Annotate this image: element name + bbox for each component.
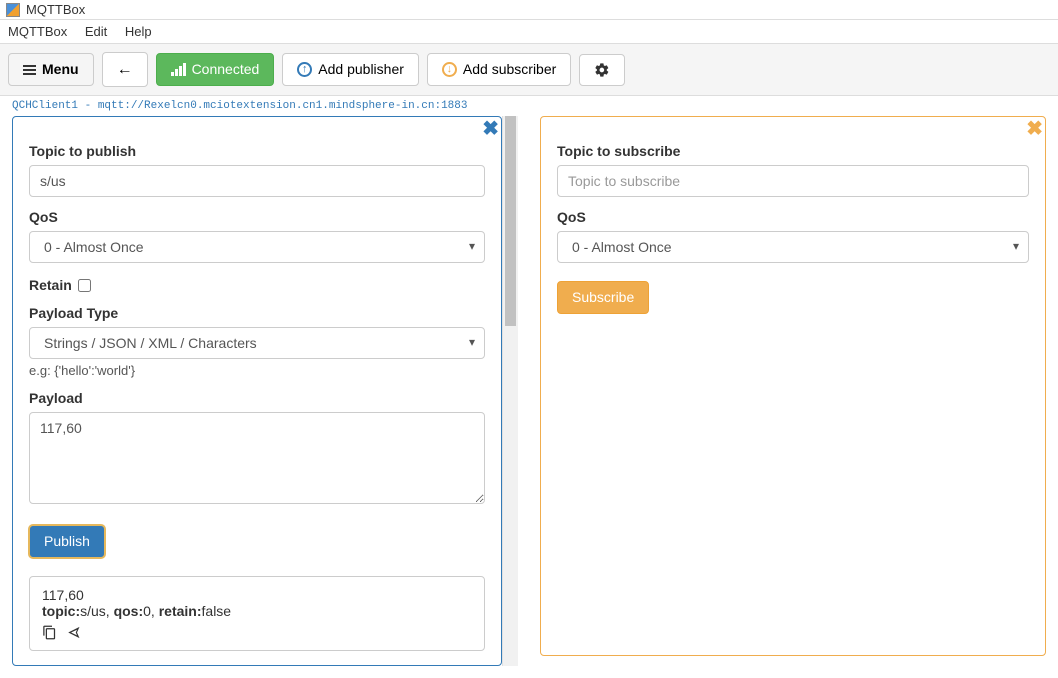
payload-type-select[interactable]: Strings / JSON / XML / Characters <box>29 327 485 359</box>
connection-info: QCHClient1 - mqtt://Rexelcn0.mciotextens… <box>0 96 1058 116</box>
sent-payload: 117,60 <box>42 587 472 603</box>
publish-button[interactable]: Publish <box>29 525 105 558</box>
connected-button[interactable]: Connected <box>156 53 275 86</box>
arrow-left-icon: ← <box>117 60 133 79</box>
menu-help[interactable]: Help <box>125 24 152 39</box>
scrollbar-thumb[interactable] <box>505 116 516 326</box>
qos-publish-label: QoS <box>29 209 485 225</box>
app-icon <box>6 3 20 17</box>
payload-label: Payload <box>29 390 485 406</box>
back-button[interactable]: ← <box>102 52 148 87</box>
topic-publish-input[interactable] <box>29 165 485 197</box>
topic-publish-label: Topic to publish <box>29 143 485 159</box>
qos-subscribe-select[interactable]: 0 - Almost Once <box>557 231 1029 263</box>
connected-label: Connected <box>192 61 260 78</box>
close-publisher-button[interactable]: ✖ <box>482 119 499 139</box>
payload-textarea[interactable]: 117,60 <box>29 412 485 504</box>
publisher-scrollbar[interactable] <box>502 116 518 666</box>
sent-meta: topic:s/us, qos:0, retain:false <box>42 603 472 619</box>
add-subscriber-button[interactable]: ↓ Add subscriber <box>427 53 571 86</box>
topic-subscribe-label: Topic to subscribe <box>557 143 1029 159</box>
sent-message-box: 117,60 topic:s/us, qos:0, retain:false <box>29 576 485 651</box>
signal-icon <box>171 63 186 76</box>
settings-button[interactable] <box>579 54 625 86</box>
topic-subscribe-input[interactable] <box>557 165 1029 197</box>
subscriber-panel: ✖ Topic to subscribe QoS 0 - Almost Once… <box>540 116 1046 656</box>
menu-edit[interactable]: Edit <box>85 24 107 39</box>
add-subscriber-label: Add subscriber <box>463 61 556 78</box>
arrow-down-circle-icon: ↓ <box>442 62 457 77</box>
close-subscriber-button[interactable]: ✖ <box>1026 119 1043 139</box>
retain-checkbox[interactable] <box>78 279 91 292</box>
menu-button[interactable]: Menu <box>8 53 94 86</box>
hamburger-icon <box>23 65 36 75</box>
share-icon[interactable] <box>67 625 82 640</box>
payload-type-label: Payload Type <box>29 305 485 321</box>
add-publisher-label: Add publisher <box>318 61 404 78</box>
window-title: MQTTBox <box>26 2 85 17</box>
qos-subscribe-label: QoS <box>557 209 1029 225</box>
panels-row: ✖ Topic to publish QoS 0 - Almost Once R… <box>0 116 1058 678</box>
window-titlebar: MQTTBox <box>0 0 1058 20</box>
subscribe-button[interactable]: Subscribe <box>557 281 649 314</box>
menubar: MQTTBox Edit Help <box>0 20 1058 44</box>
gear-icon <box>594 62 610 78</box>
publisher-panel: ✖ Topic to publish QoS 0 - Almost Once R… <box>12 116 502 666</box>
copy-icon[interactable] <box>42 625 57 640</box>
add-publisher-button[interactable]: ↑ Add publisher <box>282 53 419 86</box>
retain-label: Retain <box>29 277 72 293</box>
qos-publish-select[interactable]: 0 - Almost Once <box>29 231 485 263</box>
publisher-panel-wrap: ✖ Topic to publish QoS 0 - Almost Once R… <box>12 116 518 666</box>
menu-button-label: Menu <box>42 61 79 78</box>
menu-app[interactable]: MQTTBox <box>8 24 67 39</box>
payload-type-hint: e.g: {'hello':'world'} <box>29 363 485 378</box>
arrow-up-circle-icon: ↑ <box>297 62 312 77</box>
subscriber-panel-wrap: ✖ Topic to subscribe QoS 0 - Almost Once… <box>540 116 1046 656</box>
toolbar: Menu ← Connected ↑ Add publisher ↓ Add s… <box>0 44 1058 96</box>
